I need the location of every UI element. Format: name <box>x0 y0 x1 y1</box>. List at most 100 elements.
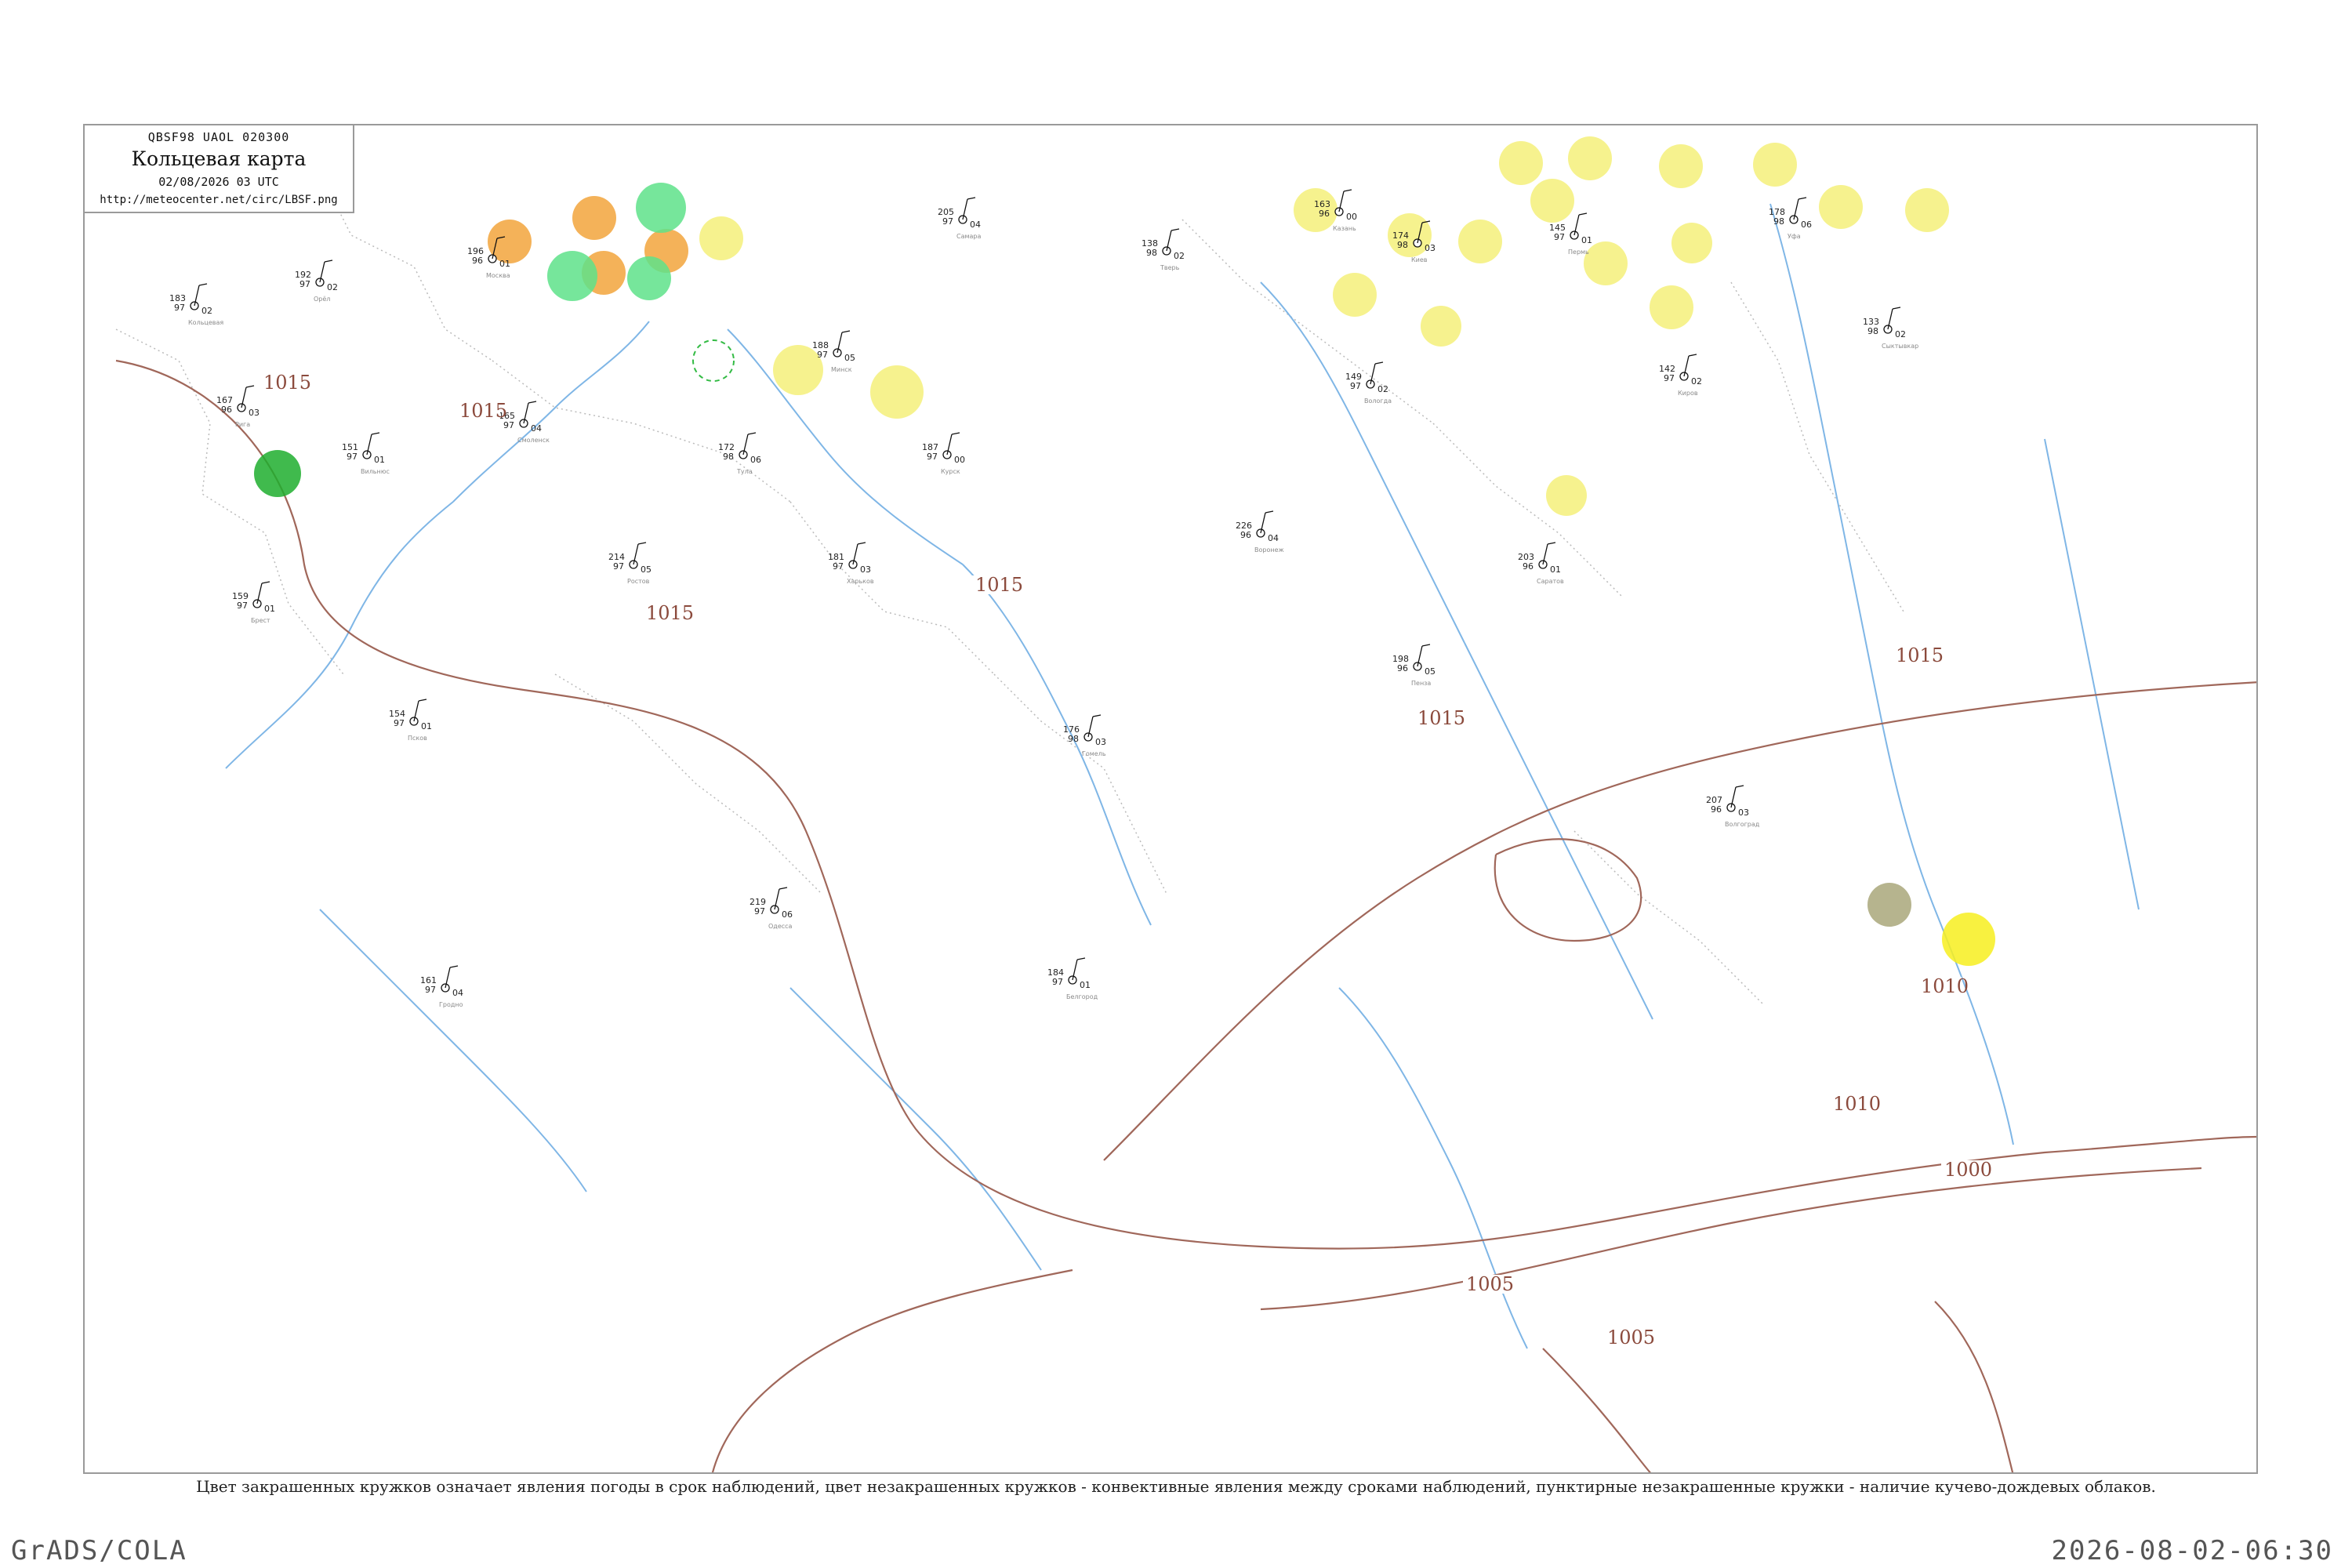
wind-barb-flag <box>1578 212 1588 216</box>
rain-marker <box>1650 285 1693 329</box>
isobar <box>1260 1135 2256 1250</box>
station-dewpoint: 06 <box>1801 220 1812 230</box>
wind-barb-flag <box>245 385 255 388</box>
station-plot: 18497 01Белгород <box>1047 957 1098 1000</box>
station-plot: 14997 02Вологда <box>1345 361 1392 405</box>
station-plot: 20796 03Волгоград <box>1706 785 1760 828</box>
station-pressure: 97 <box>1664 373 1675 383</box>
river <box>319 909 587 1192</box>
station-name: Сыктывкар <box>1882 343 1918 350</box>
station-pressure: 98 <box>723 452 734 462</box>
isobar-label: 1015 <box>1417 707 1465 729</box>
station-name: Ростов <box>627 578 650 585</box>
isobar-label: 1010 <box>1833 1093 1881 1115</box>
rain-marker <box>1584 241 1628 285</box>
station-name: Москва <box>486 272 510 279</box>
weather-markers-layer <box>254 136 1995 966</box>
station-name: Тула <box>736 468 753 475</box>
rain-marker <box>870 365 924 419</box>
isobar-label: 1015 <box>459 400 507 422</box>
station-name: Курск <box>941 468 960 475</box>
station-pressure: 97 <box>1350 381 1361 391</box>
map-title: Кольцевая карта <box>131 147 307 170</box>
station-dewpoint: 02 <box>1895 329 1906 339</box>
rain-marker <box>699 216 743 260</box>
rain-marker <box>1671 223 1712 263</box>
station-dewpoint: 03 <box>1425 243 1436 253</box>
station-name: Брест <box>251 617 270 624</box>
station-dewpoint: 05 <box>1425 666 1436 677</box>
station-name: Самара <box>956 233 982 240</box>
station-pressure: 97 <box>347 452 358 462</box>
wind-barb-flag <box>1374 361 1384 365</box>
station-name: Пермь <box>1568 249 1589 256</box>
isobar-label: 1015 <box>263 372 311 394</box>
isobar-labels-layer: 1015 1015 1015 1015 1015 1010 1010 1005 1005 1000… <box>260 372 1992 1348</box>
station-dewpoint: 01 <box>421 721 432 731</box>
station-dewpoint: 04 <box>970 220 981 230</box>
wind-barb-flag <box>1092 714 1102 717</box>
station-pressure: 97 <box>927 452 938 462</box>
thunder-marker <box>572 196 616 240</box>
source-url[interactable]: http://meteocenter.net/circ/LBSF.png <box>85 194 353 206</box>
wind-barb-flag <box>198 283 208 286</box>
station-plot: 20597 04Самара <box>938 197 982 240</box>
rain-marker <box>1905 188 1949 232</box>
render-timestamp: 2026-08-02-06:30 <box>2051 1535 2333 1566</box>
map-title-box: QBSF98 UAOL 020300 Кольцевая карта 02/08… <box>85 125 354 213</box>
wind-barb-flag <box>528 401 537 404</box>
station-pressure: 97 <box>174 303 185 313</box>
rain-marker <box>1458 220 1502 263</box>
isobar-label: 1015 <box>646 602 694 624</box>
station-pressure: 97 <box>754 906 765 916</box>
station-name: Тверь <box>1160 264 1180 271</box>
station-pressure: 96 <box>221 405 232 415</box>
station-plot: 15497 01Псков <box>389 699 432 742</box>
wind-barb-flag <box>1735 785 1744 788</box>
station-plot: 18397 02Кольцевая <box>169 283 223 326</box>
station-pressure: 97 <box>394 718 405 728</box>
observation-date: 02/08/2026 03 UTC <box>158 175 279 189</box>
station-pressure: 98 <box>1773 216 1784 227</box>
station-plot: 13398 02Сыктывкар <box>1863 307 1918 350</box>
wind-barb-flag <box>1547 542 1556 545</box>
wind-barb-flag <box>857 542 866 545</box>
station-pressure: 97 <box>237 601 248 611</box>
isobar <box>1494 838 1642 942</box>
rain-marker <box>1333 273 1377 317</box>
station-dewpoint: 04 <box>452 988 463 998</box>
station-name: Киев <box>1411 256 1428 263</box>
river <box>962 564 1152 926</box>
station-dewpoint: 06 <box>750 455 761 465</box>
weather-map[interactable]: 18397 02Кольцевая19696 01Москва18897 05Минс… <box>85 125 2258 1474</box>
station-dewpoint: 02 <box>1377 384 1388 394</box>
station-pressure: 97 <box>817 350 828 360</box>
station-dewpoint: 00 <box>1346 212 1357 222</box>
station-plot: 21997 06Одесса <box>750 887 793 930</box>
rain-marker <box>1499 141 1543 185</box>
wind-barb-flag <box>418 699 427 702</box>
wind-barb-flag <box>1265 510 1274 514</box>
station-pressure: 97 <box>1554 232 1565 242</box>
station-pressure: 97 <box>1052 977 1063 987</box>
station-name: Казань <box>1333 225 1356 232</box>
station-name: Уфа <box>1788 233 1801 240</box>
heavy_rain-marker <box>254 450 301 497</box>
shower-marker <box>627 256 671 300</box>
station-name: Рига <box>235 421 250 428</box>
wind-barb-flag <box>1798 197 1807 200</box>
station-pressure: 98 <box>1397 240 1408 250</box>
station-pressure: 97 <box>613 561 624 572</box>
station-name: Псков <box>408 735 427 742</box>
map-frame[interactable]: 183 97 02 Кольцевая 196 96 01 Москва 188 97 05 Минс… <box>83 124 2258 1474</box>
station-name: Минск <box>831 366 852 373</box>
isobar <box>1103 681 2256 1161</box>
station-dewpoint: 02 <box>327 282 338 292</box>
river <box>1464 642 1653 1020</box>
isobar-label: 1015 <box>1896 644 1944 666</box>
wind-barb-flag <box>261 581 270 584</box>
border-line <box>554 673 822 895</box>
station-plot: 15997 01Брест <box>232 581 275 624</box>
station-plot: 19297 02Орёл <box>295 260 338 303</box>
wind-barb-flag <box>637 542 647 545</box>
